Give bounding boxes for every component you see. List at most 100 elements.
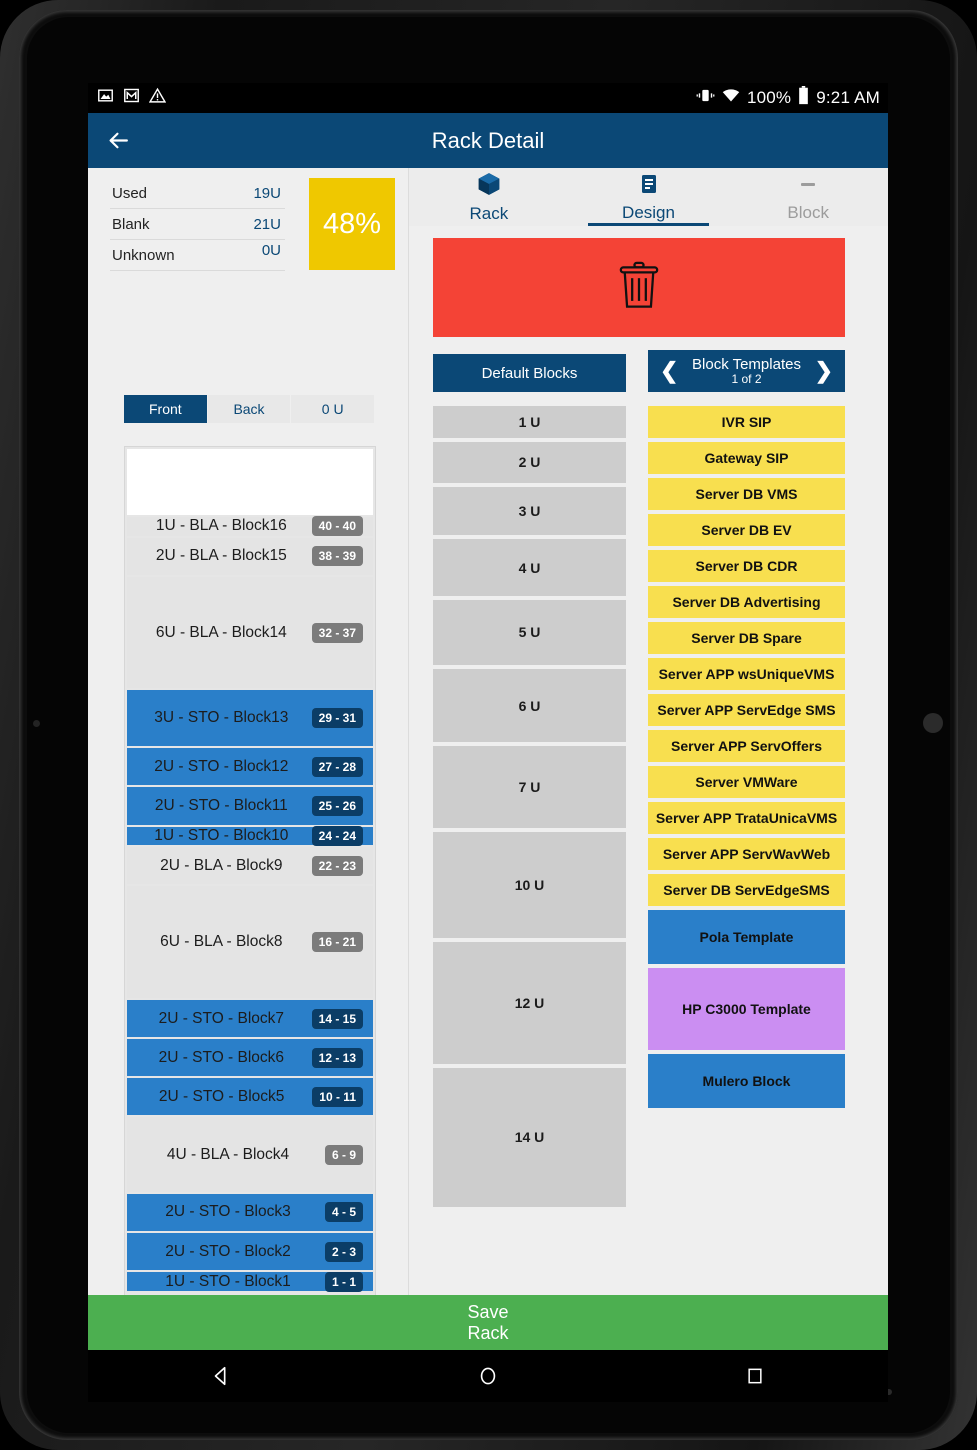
block-template-item[interactable]: Server APP wsUniqueVMS	[648, 658, 845, 690]
rack-list-item[interactable]: 6U - BLA - Block8 16 - 21	[127, 886, 373, 998]
front-back-toggle[interactable]: Front Back 0 U	[124, 395, 375, 423]
rack-list-item[interactable]: 2U - BLA - Block15 38 - 39	[127, 537, 373, 575]
cube-icon	[476, 171, 502, 202]
rack-list-item[interactable]: 6U - BLA - Block14 32 - 37	[127, 576, 373, 689]
block-template-item[interactable]: Server APP ServWavWeb	[648, 838, 845, 870]
block-template-item[interactable]: Server DB VMS	[648, 478, 845, 510]
tab-label: Design	[622, 202, 675, 222]
block-template-label: Server DB Advertising	[672, 594, 821, 610]
block-template-label: Server APP ServWavWeb	[662, 846, 831, 862]
block-templates-column: IVR SIP Gateway SIP Server DB VMS Server DB…	[648, 406, 845, 1112]
tab-block[interactable]: Block	[728, 168, 888, 226]
chevron-left-icon[interactable]: ❮	[660, 360, 678, 382]
default-block-item[interactable]: 10 U	[433, 831, 626, 938]
save-rack-button[interactable]: Save Rack	[88, 1295, 888, 1350]
default-block-item[interactable]: 5 U	[433, 599, 626, 665]
default-block-label: 4 U	[518, 559, 541, 576]
screen: 100% 9:21 AM Rack Detail Used 19U Blank …	[88, 83, 888, 1350]
default-block-item[interactable]: 3 U	[433, 486, 626, 536]
default-block-label: 14 U	[514, 1129, 545, 1146]
block-template-item[interactable]: Server VMWare	[648, 766, 845, 798]
rack-block-list[interactable]: 1U - BLA - Block16 40 - 40 2U - BLA - Bloc…	[124, 446, 376, 1300]
delete-drop-zone[interactable]	[433, 238, 845, 337]
block-template-item[interactable]: HP C3000 Template	[648, 968, 845, 1050]
rack-item-name: 2U - STO - Block2	[165, 1242, 291, 1260]
block-template-label: Server APP wsUniqueVMS	[658, 666, 835, 682]
rack-list-item[interactable]: 2U - STO - Block7 14 - 15	[127, 999, 373, 1038]
rack-item-name: 6U - BLA - Block14	[155, 623, 287, 641]
default-block-item[interactable]: 1 U	[433, 406, 626, 439]
status-bar: 100% 9:21 AM	[88, 83, 888, 113]
tab-rack[interactable]: Rack	[409, 168, 569, 226]
utilization-badge: 48%	[309, 178, 395, 270]
rack-list-item[interactable]: 1U - BLA - Block16 40 - 40	[127, 516, 373, 537]
default-block-label: 12 U	[514, 994, 545, 1011]
block-template-item[interactable]: Server DB Spare	[648, 622, 845, 654]
block-template-item[interactable]: Server APP ServEdge SMS	[648, 694, 845, 726]
default-block-item[interactable]: 12 U	[433, 941, 626, 1064]
rack-item-name: 2U - STO - Block7	[158, 1009, 285, 1027]
rack-list-item[interactable]: 2U - STO - Block3 4 - 5	[127, 1193, 373, 1232]
default-block-item[interactable]: 14 U	[433, 1067, 626, 1207]
block-template-item[interactable]: Server DB Advertising	[648, 586, 845, 618]
block-template-item[interactable]: IVR SIP	[648, 406, 845, 438]
bezel-sensor-left	[33, 720, 40, 727]
default-block-item[interactable]: 7 U	[433, 746, 626, 828]
default-block-item[interactable]: 6 U	[433, 668, 626, 743]
default-block-item[interactable]: 4 U	[433, 539, 626, 596]
tab-design[interactable]: Design	[569, 168, 729, 226]
default-blocks-button[interactable]: Default Blocks	[433, 354, 626, 392]
chevron-right-icon[interactable]: ❯	[815, 360, 833, 382]
rack-list-item[interactable]: 4U - BLA - Block4 6 - 9	[127, 1117, 373, 1192]
stat-label: Unknown	[112, 246, 175, 264]
clock-label: 9:21 AM	[816, 88, 880, 107]
warning-icon	[148, 87, 167, 109]
rack-list-item[interactable]: 2U - STO - Block2 2 - 3	[127, 1233, 373, 1271]
block-template-item[interactable]: Server APP TrataUnicaVMS	[648, 802, 845, 834]
tab-label: Rack	[469, 203, 509, 223]
view-toggle-segment-2[interactable]: 0 U	[291, 395, 375, 423]
nav-recents-button[interactable]	[725, 1350, 785, 1402]
rack-item-range: 24 - 24	[311, 825, 363, 846]
rack-list-item[interactable]: 2U - BLA - Block9 22 - 23	[127, 847, 373, 885]
image-icon	[97, 87, 114, 109]
rack-list-item[interactable]: 1U - STO - Block1 1 - 1	[127, 1271, 373, 1292]
rack-list-item[interactable]: 3U - STO - Block13 29 - 31	[127, 690, 373, 747]
block-templates-page: 1 of 2	[731, 371, 762, 386]
rack-list-item[interactable]: 1U - STO - Block10 24 - 24	[127, 825, 373, 846]
rack-item-name: 1U - BLA - Block16	[155, 517, 287, 535]
rack-item-name: 2U - BLA - Block9	[160, 856, 283, 874]
nav-back-button[interactable]	[191, 1350, 251, 1402]
block-template-item[interactable]: Mulero Block	[648, 1054, 845, 1108]
rack-list-item[interactable]: 2U - STO - Block12 27 - 28	[127, 748, 373, 786]
default-block-label: 6 U	[518, 697, 541, 714]
rack-list-item[interactable]: 2U - STO - Block6 12 - 13	[127, 1039, 373, 1077]
view-toggle-label: Back	[233, 401, 265, 417]
rack-list-item[interactable]: 2U - STO - Block11 25 - 26	[127, 787, 373, 825]
stat-row-unknown: Unknown 0U	[110, 240, 285, 271]
rack-item-range: 14 - 15	[311, 1008, 363, 1029]
status-bar-right-icons: 100% 9:21 AM	[696, 83, 880, 113]
default-block-item[interactable]: 2 U	[433, 442, 626, 483]
block-template-item[interactable]: Pola Template	[648, 910, 845, 964]
view-toggle-segment-1[interactable]: Back	[207, 395, 291, 423]
block-template-item[interactable]: Server DB ServEdgeSMS	[648, 874, 845, 906]
view-toggle-segment-0[interactable]: Front	[124, 395, 207, 423]
rack-empty-space	[127, 449, 373, 515]
rack-item-name: 2U - STO - Block11	[154, 796, 288, 814]
rack-item-range: 12 - 13	[311, 1047, 363, 1068]
app-bar: Rack Detail	[88, 113, 888, 168]
save-rack-line2: Rack	[467, 1322, 509, 1343]
stat-value: 19U	[253, 184, 281, 202]
block-template-item[interactable]: Server DB CDR	[648, 550, 845, 582]
block-template-item[interactable]: Gateway SIP	[648, 442, 845, 474]
nav-home-button[interactable]	[458, 1350, 518, 1402]
block-template-item[interactable]: Server APP ServOffers	[648, 730, 845, 762]
block-template-label: Server DB CDR	[695, 558, 798, 574]
recents-square-icon	[748, 1368, 762, 1384]
rack-list-item[interactable]: 2U - STO - Block5 10 - 11	[127, 1078, 373, 1116]
block-templates-pager[interactable]: ❮ Block Templates 1 of 2 ❯	[648, 350, 845, 392]
rack-item-name: 1U - STO - Block10	[154, 826, 289, 844]
block-template-item[interactable]: Server DB EV	[648, 514, 845, 546]
save-rack-line1: Save	[467, 1302, 509, 1323]
